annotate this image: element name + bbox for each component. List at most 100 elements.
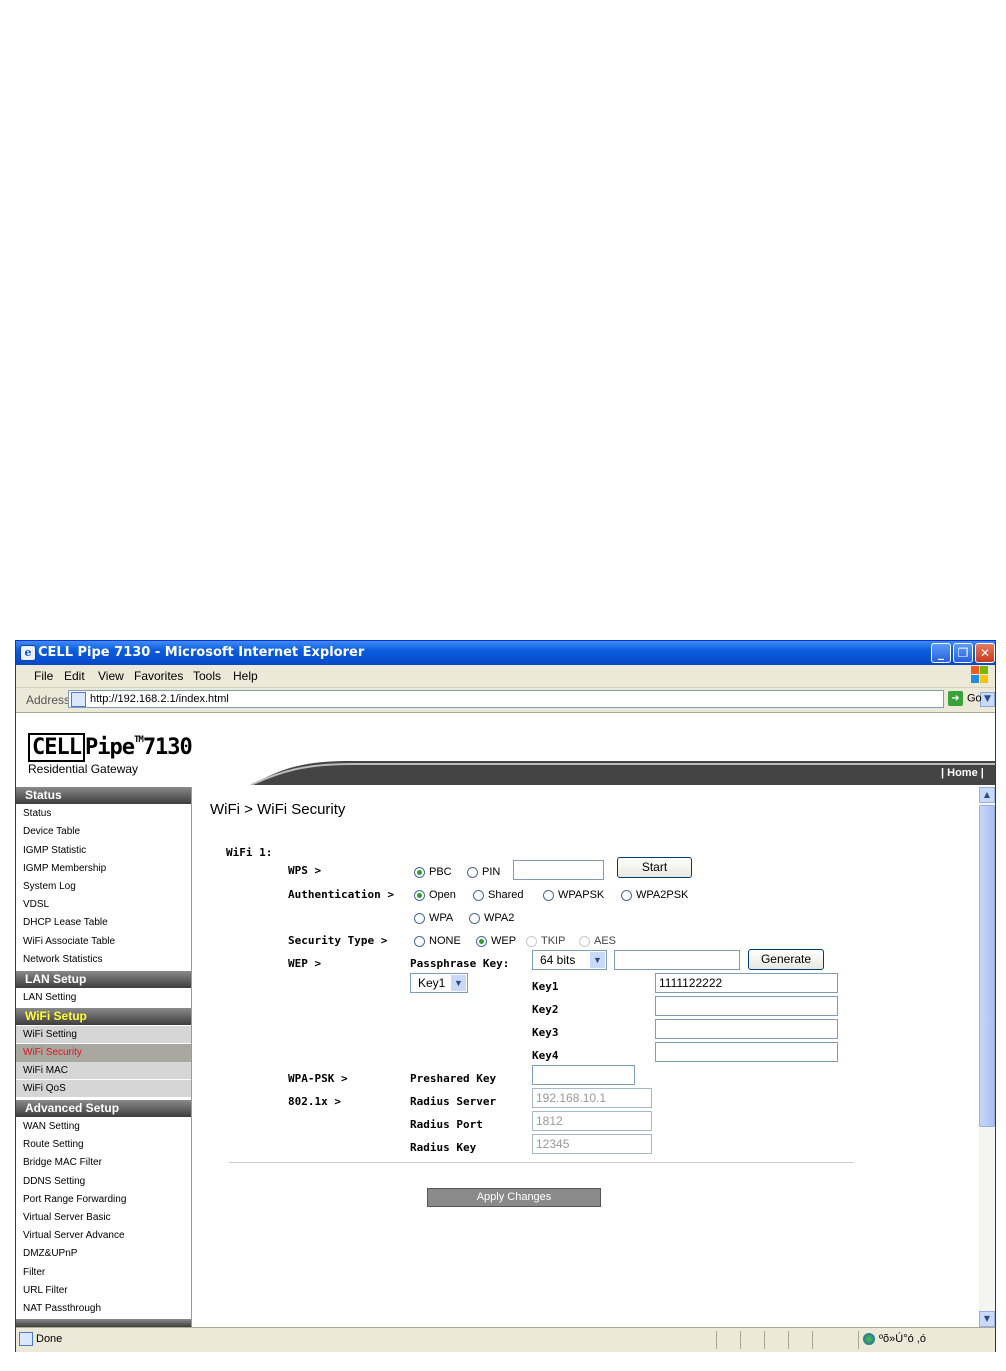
sidebar-item-port-range-forwarding[interactable]: Port Range Forwarding: [16, 1191, 191, 1209]
sidebar-item-wifi-associate-table[interactable]: WiFi Associate Table: [16, 933, 191, 951]
radius-key-input[interactable]: 12345: [532, 1134, 652, 1154]
menu-file[interactable]: File: [34, 669, 53, 683]
auth-open-label: Open: [429, 889, 456, 901]
sidebar-item-ddns-setting[interactable]: DDNS Setting: [16, 1173, 191, 1191]
wps-pin-radio[interactable]: [467, 867, 478, 878]
menu-help[interactable]: Help: [233, 669, 258, 683]
maximize-button[interactable]: ❐: [953, 643, 973, 663]
key3-input[interactable]: [655, 1019, 838, 1039]
sidebar-item-wifi-security[interactable]: WiFi Security: [16, 1044, 191, 1062]
default-key-select[interactable]: Key1 ▼: [410, 973, 468, 993]
wps-pin-label: PIN: [482, 866, 501, 878]
auth-wpa2psk-radio[interactable]: [621, 890, 632, 901]
sidebar-item-network-statistics[interactable]: Network Statistics: [16, 951, 191, 969]
radius-server-input[interactable]: 192.168.10.1: [532, 1088, 652, 1108]
sec-wep-radio[interactable]: [476, 936, 487, 947]
scrollbar-thumb[interactable]: [979, 805, 995, 1127]
sidebar-section-wifi: WiFi Setup: [16, 1008, 191, 1025]
cellpipe-logo: CELL PipeTM7130 Residential Gateway: [28, 733, 193, 776]
title-bar[interactable]: e CELL Pipe 7130 - Microsoft Internet Ex…: [16, 641, 995, 665]
start-button[interactable]: Start: [617, 857, 692, 878]
address-input[interactable]: http://192.168.2.1/index.html ▼: [68, 690, 995, 708]
menu-view[interactable]: View: [98, 669, 124, 683]
wps-pbc-radio[interactable]: [414, 867, 425, 878]
ie-icon: e: [20, 645, 36, 661]
generate-button[interactable]: Generate: [748, 949, 824, 970]
scroll-up-icon[interactable]: ▲: [979, 787, 995, 803]
passphrase-key-label: Passphrase Key:: [410, 957, 510, 970]
zone-text: ºõ»Ú°ó ,ó: [879, 1333, 926, 1345]
key2-input[interactable]: [655, 996, 838, 1016]
sec-aes-radio[interactable]: [579, 936, 590, 947]
scroll-down-icon[interactable]: ▼: [979, 1311, 995, 1327]
menu-bar: File Edit View Favorites Tools Help: [16, 665, 995, 688]
status-divider: [716, 1331, 717, 1349]
key4-input[interactable]: [655, 1042, 838, 1062]
wps-label: WPS >: [288, 864, 322, 877]
sidebar-item-bridge-mac-filter[interactable]: Bridge MAC Filter: [16, 1154, 191, 1172]
auth-wpa-radio[interactable]: [414, 913, 425, 924]
sidebar-item-wifi-setting[interactable]: WiFi Setting: [16, 1026, 191, 1044]
sidebar-item-dmz-upnp[interactable]: DMZ&UPnP: [16, 1245, 191, 1263]
page-done-icon: [19, 1332, 33, 1346]
sidebar-item-igmp-statistic[interactable]: IGMP Statistic: [16, 842, 191, 860]
go-arrow-icon: ➜: [948, 691, 963, 706]
sidebar-divider: [191, 787, 192, 1327]
sidebar-item-wifi-mac[interactable]: WiFi MAC: [16, 1062, 191, 1080]
sec-aes-label: AES: [594, 935, 617, 947]
auth-shared-radio[interactable]: [473, 890, 484, 901]
sidebar-item-igmp-membership[interactable]: IGMP Membership: [16, 860, 191, 878]
key-length-select[interactable]: 64 bits ▼: [532, 950, 607, 970]
radius-port-input[interactable]: 1812: [532, 1111, 652, 1131]
sidebar-section-status: Status: [16, 787, 191, 804]
menu-edit[interactable]: Edit: [64, 669, 85, 683]
sidebar-item-device-table[interactable]: Device Table: [16, 823, 191, 841]
authentication-label: Authentication >: [288, 888, 394, 901]
key1-label: Key1: [532, 980, 559, 993]
sec-none-radio[interactable]: [414, 936, 425, 947]
key3-label: Key3: [532, 1026, 559, 1039]
go-button[interactable]: ➜ Go: [948, 691, 982, 706]
wps-pbc-label: PBC: [429, 866, 452, 878]
sec-tkip-radio[interactable]: [526, 936, 537, 947]
auth-wpa2-radio[interactable]: [469, 913, 480, 924]
address-bar: Address http://192.168.2.1/index.html ▼ …: [16, 688, 995, 713]
auth-open-radio[interactable]: [414, 890, 425, 901]
sidebar-item-status[interactable]: Status: [16, 805, 191, 823]
radius-key-label: Radius Key: [410, 1141, 477, 1154]
sidebar-item-virtual-server-basic[interactable]: Virtual Server Basic: [16, 1209, 191, 1227]
passphrase-input[interactable]: [614, 950, 740, 970]
home-link[interactable]: | Home |: [941, 767, 984, 779]
auth-wpa-label: WPA: [429, 912, 454, 924]
sidebar-item-dhcp-lease-table[interactable]: DHCP Lease Table: [16, 914, 191, 932]
sidebar-item-url-filter[interactable]: URL Filter: [16, 1282, 191, 1300]
sidebar-item-virtual-server-advance[interactable]: Virtual Server Advance: [16, 1227, 191, 1245]
sidebar-item-wifi-qos[interactable]: WiFi QoS: [16, 1080, 191, 1098]
chevron-down-icon[interactable]: ▼: [980, 692, 995, 707]
radius-port-label: Radius Port: [410, 1118, 483, 1131]
auth-wpapsk-radio[interactable]: [543, 890, 554, 901]
close-button[interactable]: ✕: [975, 643, 995, 663]
menu-tools[interactable]: Tools: [193, 669, 221, 683]
sidebar-item-system-log[interactable]: System Log: [16, 878, 191, 896]
wps-pin-input[interactable]: [513, 860, 604, 880]
sidebar-item-vdsl[interactable]: VDSL: [16, 896, 191, 914]
key1-input[interactable]: 1111122222: [655, 973, 838, 993]
header-swoosh: [191, 761, 995, 785]
internet-zone-icon: [863, 1333, 875, 1345]
sidebar-item-wan-setting[interactable]: WAN Setting: [16, 1118, 191, 1136]
sidebar-item-filter[interactable]: Filter: [16, 1264, 191, 1282]
status-text: Done: [36, 1333, 63, 1345]
vertical-scrollbar[interactable]: ▲ ▼: [979, 787, 995, 1327]
auth-wpapsk-label: WPAPSK: [558, 889, 605, 901]
page-title: WiFi > WiFi Security: [210, 801, 346, 818]
wep-label: WEP >: [288, 957, 322, 970]
page-icon: [71, 692, 86, 707]
preshared-key-input[interactable]: [532, 1065, 635, 1085]
apply-changes-button[interactable]: Apply Changes: [427, 1188, 601, 1207]
minimize-button[interactable]: _: [931, 643, 951, 663]
menu-favorites[interactable]: Favorites: [134, 669, 183, 683]
sidebar-item-nat-passthrough[interactable]: NAT Passthrough: [16, 1300, 191, 1318]
sidebar-item-route-setting[interactable]: Route Setting: [16, 1136, 191, 1154]
sidebar-item-lan-setting[interactable]: LAN Setting: [16, 989, 191, 1007]
